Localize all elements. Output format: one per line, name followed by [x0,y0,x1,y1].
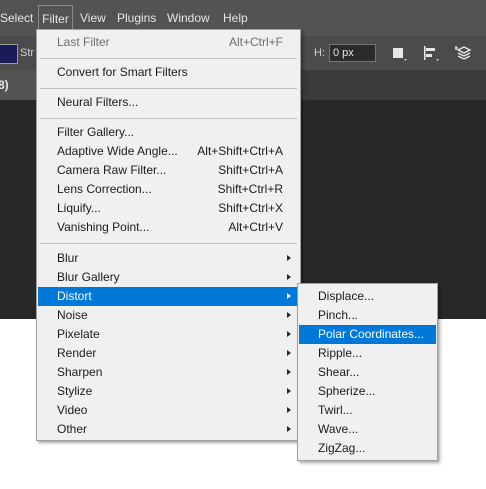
menu-item-distort[interactable]: Distort [38,287,299,306]
ripple-label: Ripple... [318,346,363,360]
menu-item-stylize[interactable]: Stylize [38,382,299,401]
menu-item-blur-gallery[interactable]: Blur Gallery [38,268,299,287]
sharpen-label: Sharpen [57,365,103,379]
vanishing-point-shortcut: Alt+Ctrl+V [228,220,283,234]
stylize-label: Stylize [57,384,93,398]
video-label: Video [57,403,88,417]
render-label: Render [57,346,97,360]
noise-label: Noise [57,308,88,322]
wave-label: Wave... [318,422,359,436]
neural-filters-label: Neural Filters... [57,95,139,109]
menu-separator [40,88,297,89]
menu-item-convert-smart-filters[interactable]: Convert for Smart Filters [38,63,299,82]
camera-raw-filter-shortcut: Shift+Ctrl+A [218,163,283,177]
menu-item-filter-gallery[interactable]: Filter Gallery... [38,123,299,142]
adaptive-wide-angle-shortcut: Alt+Shift+Ctrl+A [197,144,283,158]
submenu-arrow-icon [287,369,291,375]
zigzag-label: ZigZag... [318,441,366,455]
menu-item-other[interactable]: Other [38,420,299,439]
distort-submenu: Displace... Pinch... Polar Coordinates..… [297,283,438,461]
menu-filter-label: Filter [42,12,69,26]
menu-plugins[interactable]: Plugins [117,11,156,25]
distort-label: Distort [57,289,92,303]
menu-help[interactable]: Help [223,11,248,25]
document-tab[interactable]: 8) [0,70,36,100]
last-filter-label: Last Filter [57,35,110,49]
menu-item-camera-raw-filter[interactable]: Camera Raw Filter... Shift+Ctrl+A [38,161,299,180]
submenu-arrow-icon [287,255,291,261]
menu-item-sharpen[interactable]: Sharpen [38,363,299,382]
menu-window[interactable]: Window [167,11,210,25]
filter-menu: Last Filter Alt+Ctrl+F Convert for Smart… [36,29,301,441]
menu-item-liquify[interactable]: Liquify... Shift+Ctrl+X [38,199,299,218]
menu-item-wave[interactable]: Wave... [299,420,436,439]
blur-gallery-label: Blur Gallery [57,270,120,284]
height-label: H: [314,47,325,59]
menu-item-zigzag[interactable]: ZigZag... [299,439,436,458]
lens-correction-shortcut: Shift+Ctrl+R [217,182,283,196]
displace-label: Displace... [318,289,375,303]
menu-separator [40,118,297,119]
camera-raw-filter-label: Camera Raw Filter... [57,163,167,177]
menu-item-shear[interactable]: Shear... [299,363,436,382]
submenu-arrow-icon [287,388,291,394]
menu-item-last-filter: Last Filter Alt+Ctrl+F [38,33,299,52]
menu-item-vanishing-point[interactable]: Vanishing Point... Alt+Ctrl+V [38,218,299,237]
menu-item-noise[interactable]: Noise [38,306,299,325]
submenu-arrow-icon [287,350,291,356]
blur-label: Blur [57,251,79,265]
menu-item-render[interactable]: Render [38,344,299,363]
twirl-label: Twirl... [318,403,353,417]
submenu-arrow-icon [287,293,291,299]
submenu-arrow-icon [287,274,291,280]
menu-item-blur[interactable]: Blur [38,249,299,268]
menu-view[interactable]: View [80,11,106,25]
lens-correction-label: Lens Correction... [57,182,152,196]
liquify-shortcut: Shift+Ctrl+X [218,201,283,215]
path-alignment-icon[interactable] [422,44,440,62]
spherize-label: Spherize... [318,384,376,398]
submenu-arrow-icon [287,312,291,318]
path-operations-icon[interactable] [390,44,408,62]
menu-separator [40,58,297,59]
menu-item-lens-correction[interactable]: Lens Correction... Shift+Ctrl+R [38,180,299,199]
shear-label: Shear... [318,365,360,379]
filter-gallery-label: Filter Gallery... [57,125,135,139]
liquify-label: Liquify... [57,201,101,215]
menu-item-ripple[interactable]: Ripple... [299,344,436,363]
other-label: Other [57,422,88,436]
menu-separator [40,243,297,244]
pixelate-label: Pixelate [57,327,100,341]
submenu-arrow-icon [287,426,291,432]
menu-select[interactable]: Select [0,11,33,25]
menu-item-pixelate[interactable]: Pixelate [38,325,299,344]
fill-color-swatch[interactable] [0,44,18,64]
menu-item-displace[interactable]: Displace... [299,287,436,306]
polar-coordinates-label: Polar Coordinates... [318,327,425,341]
menu-item-spherize[interactable]: Spherize... [299,382,436,401]
path-arrangement-icon[interactable] [455,44,473,62]
menu-item-pinch[interactable]: Pinch... [299,306,436,325]
pinch-label: Pinch... [318,308,359,322]
menu-item-neural-filters[interactable]: Neural Filters... [38,93,299,112]
submenu-arrow-icon [287,331,291,337]
convert-smart-filters-label: Convert for Smart Filters [57,65,188,79]
menu-item-adaptive-wide-angle[interactable]: Adaptive Wide Angle... Alt+Shift+Ctrl+A [38,142,299,161]
menu-item-video[interactable]: Video [38,401,299,420]
submenu-arrow-icon [287,407,291,413]
menu-item-twirl[interactable]: Twirl... [299,401,436,420]
height-input[interactable]: 0 px [329,44,376,62]
document-tab-label: 8) [0,78,9,92]
stroke-label: Str [20,47,35,59]
adaptive-wide-angle-label: Adaptive Wide Angle... [57,144,178,158]
menu-item-polar-coordinates[interactable]: Polar Coordinates... [299,325,436,344]
last-filter-shortcut: Alt+Ctrl+F [228,35,283,49]
vanishing-point-label: Vanishing Point... [57,220,150,234]
